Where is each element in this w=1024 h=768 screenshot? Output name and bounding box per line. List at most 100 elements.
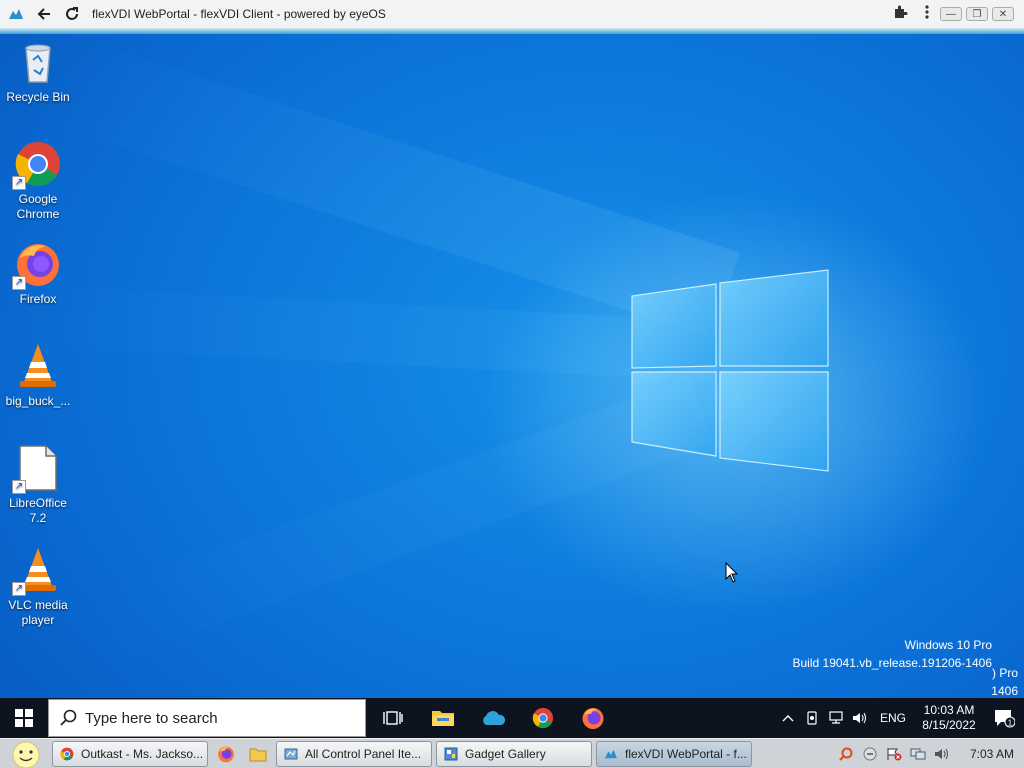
- recycle-bin-icon: [14, 38, 62, 86]
- input-language-indicator[interactable]: ENG: [880, 711, 906, 725]
- reload-button[interactable]: [60, 2, 84, 26]
- windows-logo-wallpaper: [631, 269, 829, 472]
- removable-device-icon: [807, 711, 817, 725]
- network-button[interactable]: [824, 711, 848, 725]
- taskbar-onedrive[interactable]: [468, 698, 518, 738]
- smiley-avatar-icon: [12, 741, 40, 768]
- minimize-icon: —: [946, 8, 956, 20]
- restore-button[interactable]: ❐: [966, 7, 988, 21]
- desktop-icon-firefox[interactable]: ↗ Firefox: [0, 240, 76, 307]
- system-tray: ENG 10:03 AM 8/15/2022 1: [776, 698, 1024, 738]
- volume-button[interactable]: [848, 711, 872, 725]
- folder-icon: [249, 748, 267, 761]
- network-icon: [829, 711, 843, 724]
- desktop-icon-libreoffice[interactable]: ↗ LibreOffice 7.2: [0, 444, 76, 526]
- host-task-control-panel[interactable]: All Control Panel Ite...: [276, 740, 432, 767]
- close-button[interactable]: ✕: [992, 7, 1014, 21]
- desktop-icon-label: Google Chrome: [16, 192, 60, 221]
- host-tray-volume[interactable]: [932, 747, 952, 761]
- shortcut-arrow-icon: ↗: [12, 582, 26, 596]
- host-task-label: Gadget Gallery: [465, 746, 546, 761]
- desktop-icon-label: Recycle Bin: [6, 90, 70, 104]
- host-tray-network[interactable]: [908, 747, 928, 761]
- host-quick-firefox[interactable]: [212, 741, 240, 767]
- host-task-label: All Control Panel Ite...: [305, 746, 422, 761]
- clipped-watermark-line: 1406: [991, 684, 1018, 698]
- status-circle-icon: [863, 747, 877, 760]
- control-panel-icon: [283, 746, 299, 762]
- windows-version-watermark: Windows 10 Pro Build 19041.vb_release.19…: [793, 636, 993, 672]
- extensions-icon: [895, 5, 908, 18]
- file-explorer-icon: [432, 711, 454, 726]
- taskbar-search-box[interactable]: Type here to search: [48, 699, 366, 737]
- windows-taskbar: Type here to search ENG 10:03 AM 8/15/20…: [0, 698, 1024, 738]
- shortcut-arrow-icon: ↗: [12, 480, 26, 494]
- reload-icon: [66, 7, 78, 20]
- desktop-icon-recycle-bin[interactable]: Recycle Bin: [0, 38, 76, 105]
- flexvdi-icon: [603, 746, 619, 762]
- taskbar-clock[interactable]: 10:03 AM 8/15/2022: [914, 703, 984, 733]
- desktop-icon-label: Firefox: [19, 292, 57, 306]
- clock-time: 10:03 AM: [923, 703, 975, 717]
- chrome-icon: [532, 707, 554, 729]
- desktop-icon-vlc[interactable]: ↗ VLC media player: [0, 546, 76, 628]
- speaker-icon: [852, 712, 867, 724]
- wallpaper-light-ray: [88, 377, 714, 662]
- start-button[interactable]: [0, 698, 48, 738]
- desktop-icon-big-buck-bunny[interactable]: big_buck_...: [0, 342, 76, 409]
- chevron-up-icon: [782, 715, 794, 722]
- desktop-icon-label: LibreOffice 7.2: [9, 496, 67, 525]
- show-hidden-icons-button[interactable]: [776, 714, 800, 722]
- shortcut-arrow-icon: ↗: [12, 176, 26, 190]
- browser-title-bar: flexVDI WebPortal - flexVDI Client - pow…: [0, 0, 1024, 28]
- clipped-watermark: ) Pro 1406: [991, 664, 1018, 698]
- watermark-edition: Windows 10 Pro: [904, 638, 992, 652]
- watermark-build: Build 19041.vb_release.191206-1406: [792, 656, 993, 670]
- extensions-button[interactable]: [892, 4, 908, 25]
- notification-count: 1: [1008, 719, 1013, 728]
- host-tray-status[interactable]: [860, 747, 880, 761]
- flexvdi-icon: [4, 2, 28, 26]
- host-clock[interactable]: 7:03 AM: [970, 747, 1014, 761]
- taskbar-chrome[interactable]: [518, 698, 568, 738]
- search-placeholder: Type here to search: [85, 709, 218, 727]
- taskbar-file-explorer[interactable]: [418, 698, 468, 738]
- tray-device-button[interactable]: [800, 711, 824, 725]
- chrome-icon: ↗: [12, 140, 62, 190]
- action-center-flag-icon: [887, 747, 902, 760]
- taskbar-firefox[interactable]: [568, 698, 618, 738]
- windows-start-icon: [15, 709, 33, 727]
- chrome-icon: [59, 746, 75, 762]
- search-icon: [60, 709, 77, 726]
- host-tray-flag[interactable]: [884, 747, 904, 761]
- shortcut-arrow-icon: ↗: [12, 276, 26, 290]
- gadget-icon: [443, 746, 459, 762]
- vlc-cone-icon: [14, 342, 62, 390]
- firefox-icon: ↗: [12, 240, 62, 290]
- mouse-cursor-icon: [725, 562, 739, 583]
- host-system-tray: 7:03 AM: [836, 739, 1024, 768]
- clipped-watermark-line: ) Pro: [991, 666, 1018, 680]
- back-button[interactable]: [32, 2, 56, 26]
- host-task-label: Outkast - Ms. Jackso...: [81, 746, 204, 761]
- task-view-button[interactable]: [368, 698, 418, 738]
- host-start-button[interactable]: [0, 739, 52, 768]
- action-center-button[interactable]: 1: [984, 708, 1024, 728]
- clock-date: 8/15/2022: [922, 718, 976, 732]
- firefox-icon: [582, 708, 604, 729]
- close-icon: ✕: [998, 8, 1008, 20]
- desktop[interactable]: Recycle Bin ↗ Google Chrome ↗ Firefox bi…: [0, 34, 1024, 698]
- network-icon: [910, 748, 926, 759]
- host-tray-search[interactable]: [836, 746, 856, 762]
- restore-icon: ❐: [972, 8, 982, 20]
- host-quick-folder[interactable]: [244, 741, 272, 767]
- desktop-icon-google-chrome[interactable]: ↗ Google Chrome: [0, 140, 76, 222]
- desktop-icon-label: VLC media player: [8, 598, 68, 627]
- browser-menu-button[interactable]: [924, 4, 930, 25]
- host-task-label: flexVDI WebPortal - f...: [625, 746, 747, 761]
- host-task-flexvdi[interactable]: flexVDI WebPortal - f...: [596, 740, 752, 767]
- host-task-chrome[interactable]: Outkast - Ms. Jackso...: [52, 740, 208, 767]
- host-task-gadget-gallery[interactable]: Gadget Gallery: [436, 740, 592, 767]
- onedrive-cloud-icon: [483, 711, 506, 725]
- minimize-button[interactable]: —: [940, 7, 962, 21]
